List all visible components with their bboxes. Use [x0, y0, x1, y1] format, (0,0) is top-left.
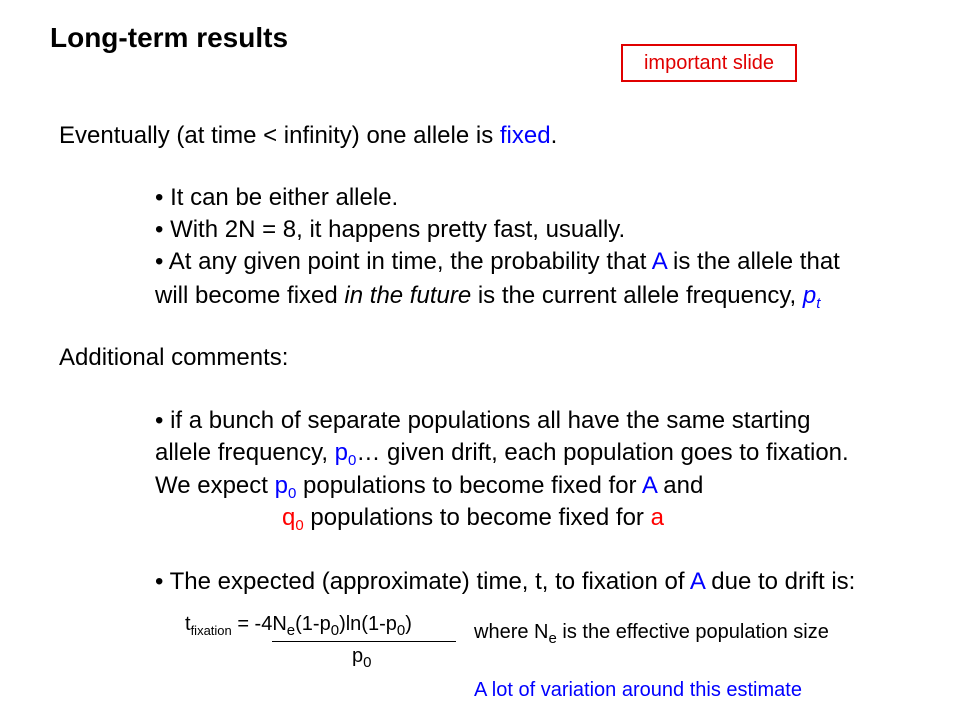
- bullet-fast: • With 2N = 8, it happens pretty fast, u…: [155, 216, 626, 243]
- p-letter: p: [352, 645, 364, 667]
- time-text-end: due to drift is:: [704, 568, 856, 595]
- bullet-either-allele: • It can be either allele.: [155, 184, 399, 211]
- p-letter: p: [334, 439, 349, 466]
- fixation-formula-denominator: p0: [352, 645, 372, 671]
- fixed-for-text: populations to become fixed for: [303, 504, 651, 531]
- q0-symbol: q0: [282, 504, 304, 534]
- fixation-formula-numerator: tfixation = -4Ne(1-p0)ln(1-p0): [185, 613, 412, 639]
- p-letter: p: [274, 472, 288, 499]
- future-italic: in the future: [344, 282, 472, 309]
- prob-text-end: is the allele that: [666, 248, 840, 275]
- bullet-probability-line2: will become fixed in the future is the c…: [155, 282, 821, 312]
- p0-symbol: p0: [334, 439, 357, 468]
- allele-A: A: [651, 248, 667, 275]
- zero-sub: 0: [363, 654, 372, 671]
- formula-part3: ): [405, 613, 412, 635]
- fixed-for-text: populations to become fixed for: [296, 472, 642, 499]
- prob-line2-post: is the current allele frequency,: [471, 282, 803, 309]
- bullet-probability-line1: • At any given point in time, the probab…: [155, 248, 840, 276]
- q-letter: q: [282, 504, 296, 531]
- effective-population-note: where Ne is the effective population siz…: [474, 621, 829, 647]
- additional-comments-heading: Additional comments:: [59, 344, 289, 371]
- freq-text: allele frequency,: [155, 439, 335, 466]
- allele-a: a: [650, 504, 664, 531]
- zero-sub: 0: [295, 517, 304, 534]
- prob-text: • At any given point in time, the probab…: [155, 248, 652, 275]
- intro-text: Eventually (at time < infinity) one alle…: [59, 122, 500, 149]
- p0-symbol: p0: [274, 472, 297, 501]
- bullet-populations-line3: We expect p0 populations to become fixed…: [155, 472, 704, 501]
- where-text: where N: [474, 621, 549, 643]
- prob-line2-text: will become fixed: [155, 282, 345, 309]
- where-text-end: is the effective population size: [556, 621, 829, 643]
- p-letter: p: [802, 282, 817, 309]
- t-sub: t: [816, 295, 821, 312]
- zero-sub: 0: [396, 622, 406, 639]
- variation-note: A lot of variation around this estimate: [474, 679, 802, 701]
- slide-title: Long-term results: [50, 22, 289, 53]
- fraction-bar: [272, 641, 456, 642]
- e-sub: e: [548, 630, 557, 647]
- and-text: and: [656, 472, 704, 499]
- zero-sub: 0: [330, 622, 340, 639]
- fixed-word: fixed: [499, 122, 551, 149]
- expect-text: We expect: [155, 472, 275, 499]
- formula-part2: )ln(1-p: [339, 613, 397, 635]
- intro-line: Eventually (at time < infinity) one alle…: [59, 122, 557, 150]
- pt-symbol: pt: [802, 282, 821, 312]
- e-sub: e: [286, 622, 296, 639]
- allele-A: A: [689, 568, 705, 595]
- fixation-sub: fixation: [190, 623, 232, 638]
- equals-text: = -4N: [231, 613, 287, 635]
- bullet-populations-line1: • if a bunch of separate populations all…: [155, 407, 811, 434]
- allele-A: A: [641, 472, 657, 499]
- bullet-fixation-time: • The expected (approximate) time, t, to…: [155, 568, 855, 596]
- intro-period: .: [550, 122, 558, 149]
- important-badge: important slide: [621, 44, 797, 82]
- time-text: • The expected (approximate) time, t, to…: [155, 568, 690, 595]
- bullet-populations-line2: allele frequency, p0… given drift, each …: [155, 439, 849, 468]
- drift-text: … given drift, each population goes to f…: [356, 439, 849, 466]
- bullet-populations-line4: q0 populations to become fixed for a: [282, 504, 664, 534]
- formula-part1: (1-p: [295, 613, 331, 635]
